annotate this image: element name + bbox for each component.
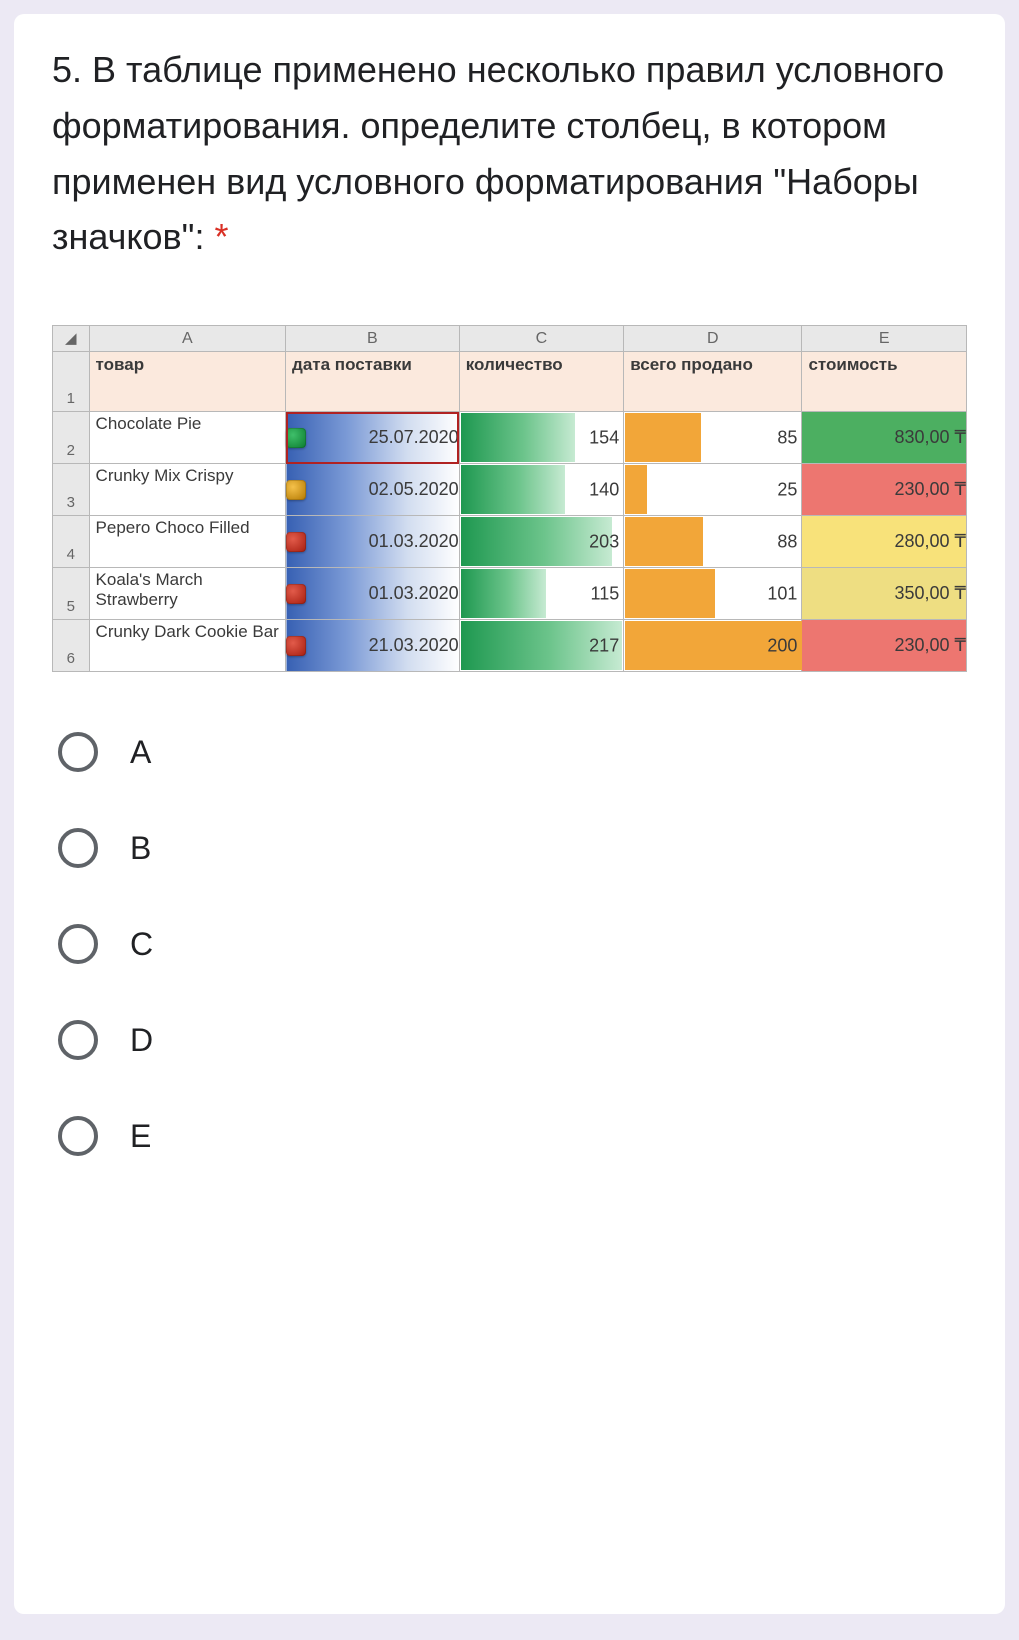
col-letter: D (624, 326, 802, 352)
orange-data-bar (625, 517, 703, 566)
product-cell: Crunky Dark Cookie Bar (89, 620, 286, 672)
qty-cell: 115 (459, 568, 624, 620)
spreadsheet-image: ◢ A B C D E 1 товар дата поставки количе… (52, 325, 967, 672)
table-row: 5Koala's March Strawberry 01.03.2020 115 10… (53, 568, 967, 620)
cost-cell: 280,00 ₸ (802, 516, 967, 568)
options-group: A B C D E (52, 732, 967, 1156)
orange-data-bar (625, 569, 714, 618)
sold-value: 101 (767, 583, 797, 604)
green-data-bar (461, 465, 565, 514)
date-cell: 25.07.2020 (286, 412, 460, 464)
sold-cell: 200 (624, 620, 802, 672)
header-row: 1 товар дата поставки количество всего п… (53, 352, 967, 412)
cost-cell: 230,00 ₸ (802, 620, 967, 672)
radio-option-E[interactable]: E (58, 1116, 967, 1156)
qty-cell: 154 (459, 412, 624, 464)
red-square-icon (286, 584, 306, 604)
radio-circle-icon[interactable] (58, 1116, 98, 1156)
column-letter-row: ◢ A B C D E (53, 326, 967, 352)
row-number: 3 (53, 464, 90, 516)
table-row: 4Pepero Choco Filled 01.03.2020 203 88280,0… (53, 516, 967, 568)
option-label: D (130, 1022, 153, 1059)
sold-cell: 88 (624, 516, 802, 568)
qty-value: 217 (589, 635, 619, 656)
sold-cell: 25 (624, 464, 802, 516)
orange-data-bar (625, 413, 700, 462)
qty-cell: 217 (459, 620, 624, 672)
date-cell: 21.03.2020 (286, 620, 460, 672)
table-row: 3Crunky Mix Crispy 02.05.2020 140 25230,00 … (53, 464, 967, 516)
radio-circle-icon[interactable] (58, 1020, 98, 1060)
radio-option-D[interactable]: D (58, 1020, 967, 1060)
option-label: A (130, 734, 151, 771)
date-value: 25.07.2020 (369, 427, 459, 448)
radio-option-C[interactable]: C (58, 924, 967, 964)
row-number: 2 (53, 412, 90, 464)
qty-value: 203 (589, 531, 619, 552)
qty-value: 115 (591, 583, 620, 604)
row-number: 4 (53, 516, 90, 568)
date-value: 21.03.2020 (369, 635, 459, 656)
radio-circle-icon[interactable] (58, 924, 98, 964)
row-number: 1 (53, 352, 90, 412)
option-label: B (130, 830, 151, 867)
sold-cell: 85 (624, 412, 802, 464)
question-card: 5. В таблице применено несколько правил … (14, 14, 1005, 1614)
radio-circle-icon[interactable] (58, 828, 98, 868)
header-cost: стоимость (802, 352, 967, 412)
red-square-icon (286, 636, 306, 656)
header-qty: количество (459, 352, 624, 412)
green-square-icon (286, 428, 306, 448)
date-value: 01.03.2020 (369, 531, 459, 552)
radio-circle-icon[interactable] (58, 732, 98, 772)
row-number: 5 (53, 568, 90, 620)
header-date: дата поставки (286, 352, 460, 412)
col-letter: E (802, 326, 967, 352)
sold-value: 85 (777, 427, 797, 448)
qty-cell: 203 (459, 516, 624, 568)
red-square-icon (286, 532, 306, 552)
product-cell: Pepero Choco Filled (89, 516, 286, 568)
option-label: C (130, 926, 153, 963)
cost-cell: 230,00 ₸ (802, 464, 967, 516)
col-letter: B (286, 326, 460, 352)
date-cell: 01.03.2020 (286, 516, 460, 568)
radio-option-A[interactable]: A (58, 732, 967, 772)
product-cell: Koala's March Strawberry (89, 568, 286, 620)
header-sold: всего продано (624, 352, 802, 412)
col-letter: A (89, 326, 286, 352)
header-product: товар (89, 352, 286, 412)
date-cell: 02.05.2020 (286, 464, 460, 516)
qty-cell: 140 (459, 464, 624, 516)
row-number: 6 (53, 620, 90, 672)
sold-value: 200 (767, 635, 797, 656)
product-cell: Chocolate Pie (89, 412, 286, 464)
orange-data-bar (625, 465, 647, 514)
select-all-corner: ◢ (53, 326, 90, 352)
table-row: 2Chocolate Pie 25.07.2020 154 85830,00 ₸ (53, 412, 967, 464)
table-row: 6Crunky Dark Cookie Bar 21.03.2020 217 2002… (53, 620, 967, 672)
qty-value: 154 (589, 427, 619, 448)
cost-cell: 350,00 ₸ (802, 568, 967, 620)
col-letter: C (459, 326, 624, 352)
green-data-bar (461, 413, 575, 462)
question-text: 5. (52, 49, 92, 90)
date-cell: 01.03.2020 (286, 568, 460, 620)
date-value: 02.05.2020 (369, 479, 459, 500)
product-cell: Crunky Mix Crispy (89, 464, 286, 516)
question-text-body: В таблице применено несколько правил усл… (52, 49, 944, 257)
yellow-square-icon (286, 480, 306, 500)
sold-value: 25 (777, 479, 797, 500)
cost-cell: 830,00 ₸ (802, 412, 967, 464)
option-label: E (130, 1118, 151, 1155)
radio-option-B[interactable]: B (58, 828, 967, 868)
required-asterisk: * (214, 216, 228, 257)
sold-value: 88 (777, 531, 797, 552)
sold-cell: 101 (624, 568, 802, 620)
date-value: 01.03.2020 (369, 583, 459, 604)
qty-value: 140 (589, 479, 619, 500)
question-title: 5. В таблице применено несколько правил … (52, 42, 967, 265)
green-data-bar (461, 569, 547, 618)
